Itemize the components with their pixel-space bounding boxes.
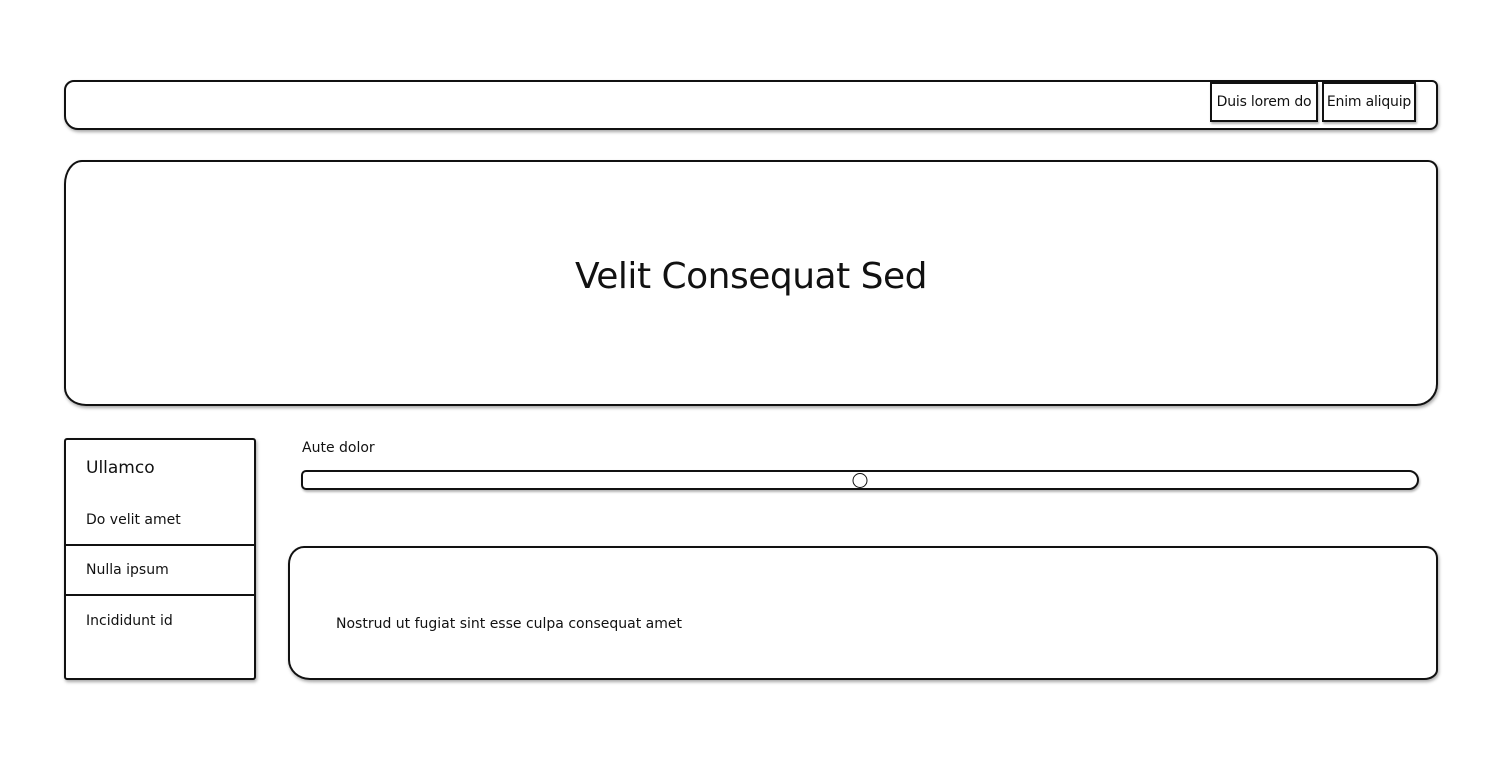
sidebar-item-incididunt-id[interactable]: Incididunt id <box>66 596 254 646</box>
hero-title: Velit Consequat Sed <box>574 256 928 297</box>
slider-track[interactable] <box>301 470 1419 490</box>
sidebar-item-label: Incididunt id <box>86 613 173 629</box>
sidebar-item-label: Nulla ipsum <box>86 562 169 578</box>
sidebar-item-label: Do velit amet <box>86 512 181 528</box>
content-text: Nostrud ut fugiat sint esse culpa conseq… <box>336 616 682 632</box>
hero-banner: Velit Consequat Sed <box>64 160 1438 406</box>
content-card: Nostrud ut fugiat sint esse culpa conseq… <box>288 546 1438 680</box>
sidebar-item-do-velit-amet[interactable]: Do velit amet <box>66 496 254 546</box>
nav-button-enim-aliquip[interactable]: Enim aliquip <box>1322 82 1416 122</box>
slider-thumb[interactable] <box>852 473 868 488</box>
sidebar-item-nulla-ipsum[interactable]: Nulla ipsum <box>66 546 254 596</box>
nav-button-duis-lorem-do[interactable]: Duis lorem do <box>1210 82 1318 122</box>
slider-label: Aute dolor <box>302 440 375 456</box>
sidebar-heading: Ullamco <box>86 458 155 478</box>
sidebar: Ullamco Do velit amet Nulla ipsum Incidi… <box>64 438 256 680</box>
